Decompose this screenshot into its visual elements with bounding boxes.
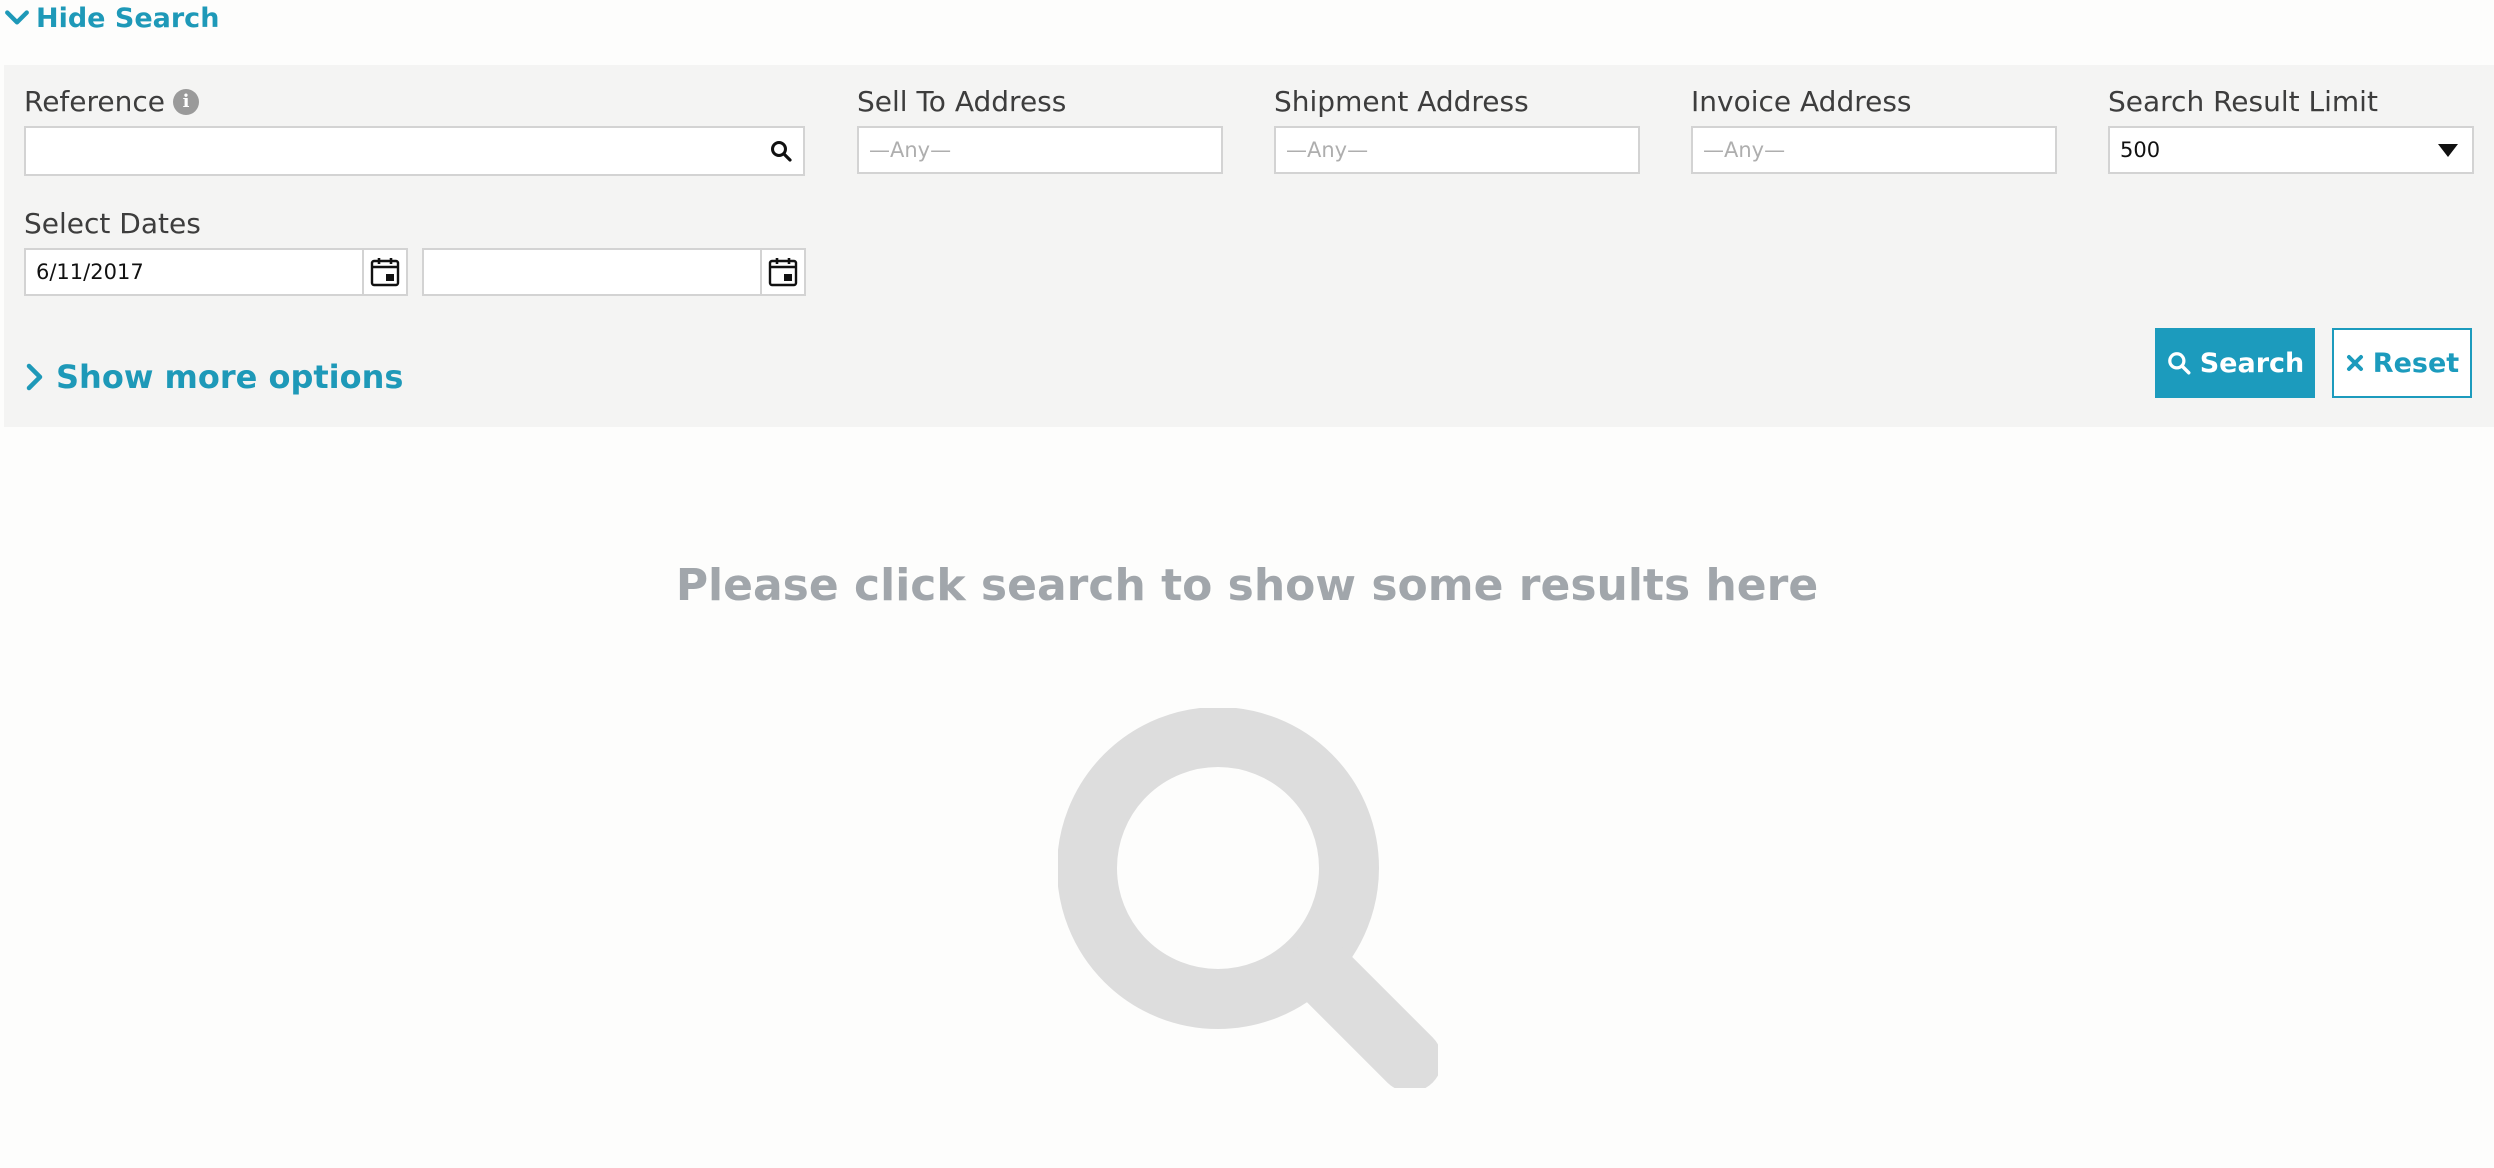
info-icon[interactable]: i [173, 88, 199, 115]
date-from-calendar-button[interactable] [362, 248, 408, 296]
search-button[interactable]: Search [2155, 328, 2315, 398]
date-to-calendar-button[interactable] [760, 248, 806, 296]
calendar-icon [370, 258, 400, 287]
show-more-options-label: Show more options [56, 358, 404, 396]
show-more-options-link[interactable]: Show more options [24, 358, 403, 396]
search-icon[interactable] [769, 139, 793, 163]
magnifier-illustration-icon [1058, 708, 1438, 1088]
reference-label: Reference [24, 85, 165, 118]
reset-button-label: Reset [2372, 347, 2460, 379]
shipment-address-label: Shipment Address [1274, 85, 1529, 118]
invoice-address-field[interactable]: —Any— [1691, 126, 2057, 174]
chevron-right-icon [26, 363, 43, 391]
chevron-down-icon [5, 10, 29, 25]
sell-to-address-field[interactable]: —Any— [857, 126, 1223, 174]
date-from-input[interactable]: 6/11/2017 [24, 248, 364, 296]
hide-search-label: Hide Search [36, 2, 220, 34]
caret-down-icon [2438, 144, 2458, 157]
close-icon [2346, 355, 2363, 371]
search-result-limit-label: Search Result Limit [2108, 85, 2378, 118]
date-to-input[interactable] [422, 248, 762, 296]
invoice-address-label: Invoice Address [1691, 85, 1912, 118]
calendar-icon [768, 258, 798, 287]
search-result-limit-select[interactable]: 500 [2108, 126, 2474, 174]
select-dates-label: Select Dates [24, 207, 201, 240]
empty-state-message: Please click search to show some results… [675, 560, 1819, 611]
search-result-limit-value: 500 [2120, 138, 2161, 162]
hide-search-toggle[interactable]: Hide Search [4, 0, 219, 36]
reset-button[interactable]: Reset [2332, 328, 2472, 398]
search-button-label: Search [2199, 347, 2305, 379]
reference-label-group: Reference i [24, 85, 199, 118]
shipment-address-field[interactable]: —Any— [1274, 126, 1640, 174]
reference-input[interactable] [24, 126, 805, 176]
search-panel: Reference i Sell To Address —Any— Shipme… [4, 65, 2494, 427]
search-icon [2167, 352, 2191, 375]
sell-to-address-label: Sell To Address [857, 85, 1067, 118]
